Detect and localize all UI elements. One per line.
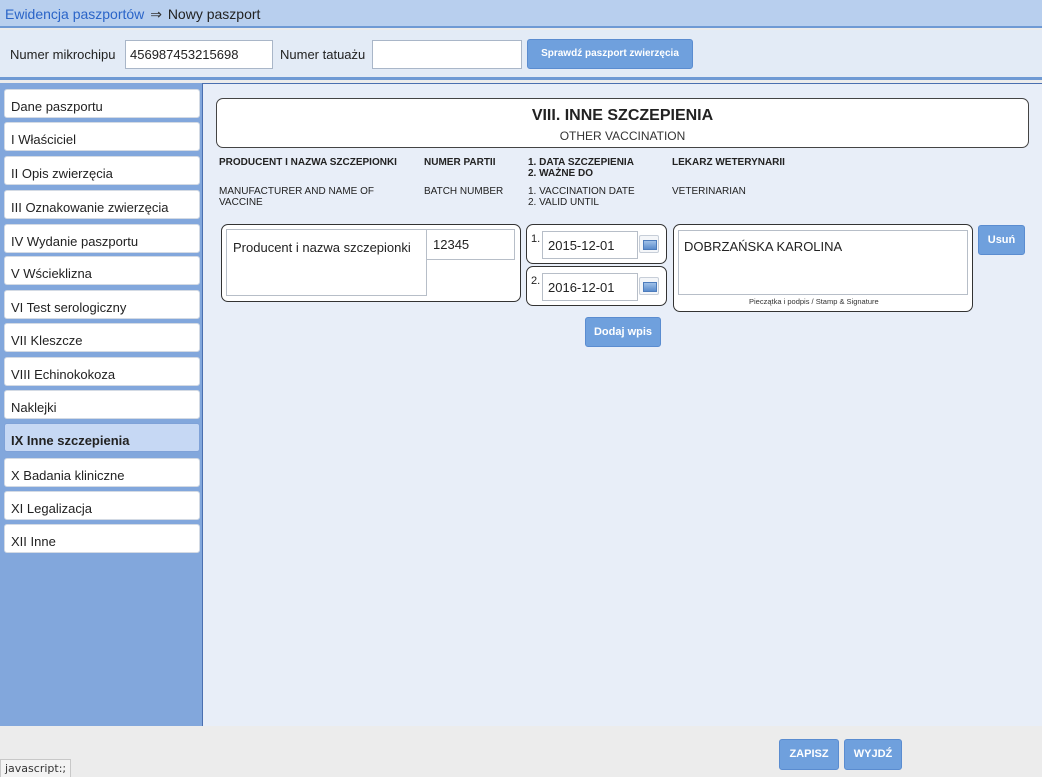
tattoo-label: Numer tatuażu bbox=[280, 47, 366, 62]
batch-input[interactable]: 12345 bbox=[426, 229, 515, 260]
section-header: VIII. INNE SZCZEPIENIA OTHER VACCINATION bbox=[216, 98, 1029, 148]
sidebar-item-rabies[interactable]: V Wścieklizna bbox=[4, 256, 200, 285]
valid-until-number: 2. bbox=[531, 275, 541, 287]
column-date-pl-1: 1. DATA SZCZEPIENIA bbox=[528, 157, 634, 168]
microchip-input[interactable] bbox=[125, 40, 273, 69]
breadcrumb-separator: ⇒ bbox=[150, 6, 162, 22]
search-bar: Numer mikrochipu Numer tatuażu Sprawdź p… bbox=[0, 30, 1042, 80]
breadcrumb-link-passports[interactable]: Ewidencja paszportów bbox=[5, 6, 144, 22]
breadcrumb-current: Nowy paszport bbox=[167, 6, 261, 22]
column-batch-pl: NUMER PARTII bbox=[424, 157, 496, 168]
sidebar-item-other[interactable]: XII Inne bbox=[4, 524, 200, 553]
microchip-label: Numer mikrochipu bbox=[10, 47, 116, 62]
tattoo-input[interactable] bbox=[372, 40, 522, 69]
column-vet-en: VETERINARIAN bbox=[672, 186, 746, 197]
calendar-icon[interactable] bbox=[639, 277, 659, 295]
save-button[interactable]: ZAPISZ bbox=[779, 739, 839, 770]
column-vet-pl: LEKARZ WETERYNARII bbox=[672, 157, 785, 168]
main-panel bbox=[202, 83, 1042, 726]
check-passport-button[interactable]: Sprawdź paszport zwierzęcia bbox=[527, 39, 693, 69]
sidebar-item-clinical-tests[interactable]: X Badania kliniczne bbox=[4, 458, 200, 487]
vaccination-date-input[interactable]: 2015-12-01 bbox=[542, 231, 638, 259]
sidebar-item-other-vaccinations[interactable]: IX Inne szczepienia bbox=[4, 423, 200, 452]
column-date-pl: 1. DATA SZCZEPIENIA 2. WAŻNE DO bbox=[528, 157, 668, 179]
breadcrumb: Ewidencja paszportów ⇒ Nowy paszport bbox=[0, 0, 1042, 28]
remove-entry-button[interactable]: Usuń bbox=[978, 225, 1025, 255]
status-bar: javascript:; bbox=[0, 759, 72, 777]
column-date-en-2: 2. VALID UNTIL bbox=[528, 197, 599, 208]
calendar-icon[interactable] bbox=[639, 235, 659, 253]
exit-button[interactable]: WYJDŹ bbox=[844, 739, 902, 770]
add-entry-button[interactable]: Dodaj wpis bbox=[585, 317, 661, 347]
sidebar-item-passport-issue[interactable]: IV Wydanie paszportu bbox=[4, 224, 200, 253]
sidebar-item-animal-marking[interactable]: III Oznakowanie zwierzęcia bbox=[4, 190, 200, 219]
sidebar-item-echinococcosis[interactable]: VIII Echinokokoza bbox=[4, 357, 200, 386]
section-subtitle: OTHER VACCINATION bbox=[559, 129, 686, 143]
section-title: VIII. INNE SZCZEPIENIA bbox=[531, 107, 714, 124]
sidebar-item-ticks[interactable]: VII Kleszcze bbox=[4, 323, 200, 352]
column-date-pl-2: 2. WAŻNE DO bbox=[528, 168, 594, 179]
producer-input[interactable]: Producent i nazwa szczepionki bbox=[226, 229, 427, 296]
stamp-signature-label: Pieczątka i podpis / Stamp & Signature bbox=[749, 297, 879, 306]
veterinarian-input[interactable]: DOBRZAŃSKA KAROLINA bbox=[678, 230, 968, 295]
sidebar-item-passport-data[interactable]: Dane paszportu bbox=[4, 89, 200, 118]
sidebar-item-legalization[interactable]: XI Legalizacja bbox=[4, 491, 200, 520]
column-batch-en: BATCH NUMBER bbox=[424, 186, 504, 197]
sidebar-item-animal-description[interactable]: II Opis zwierzęcia bbox=[4, 156, 200, 185]
valid-until-input[interactable]: 2016-12-01 bbox=[542, 273, 638, 301]
column-producer-en: MANUFACTURER AND NAME OF VACCINE bbox=[219, 186, 375, 208]
sidebar-item-serological-test[interactable]: VI Test serologiczny bbox=[4, 290, 200, 319]
column-date-en-1: 1. VACCINATION DATE bbox=[528, 186, 635, 197]
column-producer-pl: PRODUCENT I NAZWA SZCZEPIONKI bbox=[219, 157, 397, 168]
sidebar-item-stickers[interactable]: Naklejki bbox=[4, 390, 200, 419]
vaccination-date-number: 1. bbox=[531, 233, 541, 245]
column-date-en: 1. VACCINATION DATE 2. VALID UNTIL bbox=[528, 186, 668, 208]
sidebar-item-owner[interactable]: I Właściciel bbox=[4, 122, 200, 151]
